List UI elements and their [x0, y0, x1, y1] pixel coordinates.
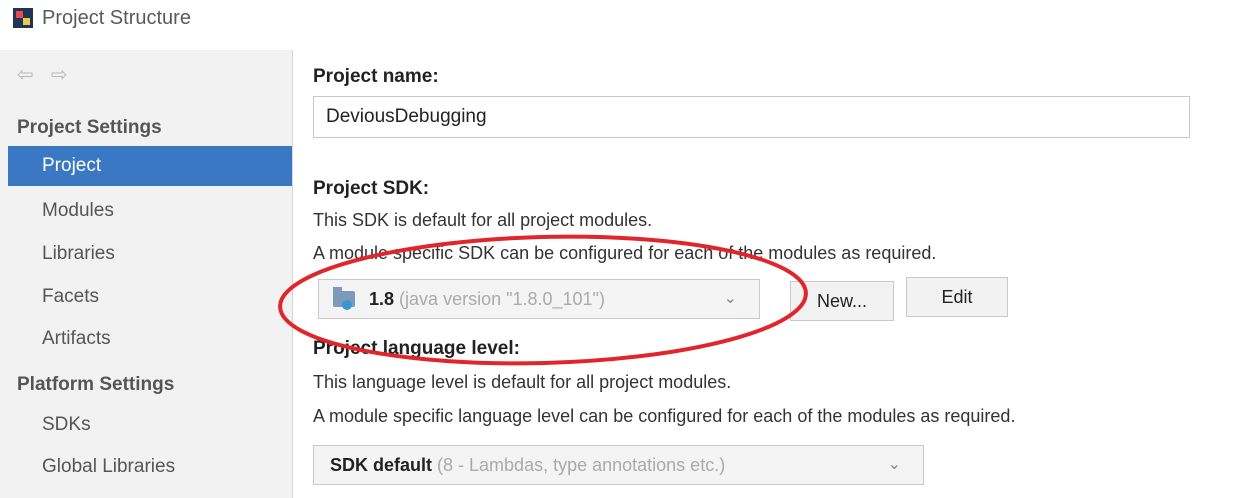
sdk-selected-value: 1.8	[369, 289, 395, 309]
sdk-description-2: A module specific SDK can be configured …	[313, 243, 937, 263]
sidebar-item-artifacts[interactable]: Artifacts	[8, 319, 292, 359]
sidebar-item-sdks[interactable]: SDKs	[8, 405, 292, 445]
project-name-input[interactable]: DeviousDebugging	[313, 96, 1190, 138]
sdk-selected-detail: (java version "1.8.0_101")	[399, 289, 605, 309]
sdk-dropdown[interactable]: 1.8 (java version "1.8.0_101") ⌄	[318, 279, 760, 319]
sidebar-item-facets[interactable]: Facets	[8, 277, 292, 317]
project-name-label: Project name:	[313, 66, 439, 87]
platform-settings-heading: Platform Settings	[17, 374, 175, 395]
sidebar-item-modules[interactable]: Modules	[8, 191, 292, 231]
sidebar-item-global-libraries[interactable]: Global Libraries	[8, 447, 292, 487]
new-sdk-button[interactable]: New...	[790, 281, 894, 321]
forward-arrow-icon[interactable]: ⇨	[51, 62, 68, 87]
sidebar-item-project[interactable]: Project	[8, 146, 292, 186]
app-icon	[13, 8, 33, 28]
language-level-description-2: A module specific language level can be …	[313, 406, 1016, 426]
language-level-detail: (8 - Lambdas, type annotations etc.)	[437, 455, 726, 475]
chevron-down-icon: ⌄	[887, 456, 901, 473]
language-level-description: This language level is default for all p…	[313, 372, 732, 392]
language-level-selected: SDK default	[330, 455, 433, 475]
language-level-label: Project language level:	[313, 338, 520, 359]
sdk-description: This SDK is default for all project modu…	[313, 210, 653, 230]
sdk-folder-icon	[333, 287, 355, 310]
chevron-down-icon: ⌄	[723, 290, 737, 307]
sidebar-divider	[292, 50, 293, 498]
project-sdk-label: Project SDK:	[313, 178, 430, 199]
project-settings-heading: Project Settings	[17, 117, 162, 138]
language-level-dropdown[interactable]: SDK default (8 - Lambdas, type annotatio…	[313, 445, 924, 485]
sidebar-item-libraries[interactable]: Libraries	[8, 234, 292, 274]
back-arrow-icon[interactable]: ⇦	[17, 62, 34, 87]
edit-sdk-button[interactable]: Edit	[906, 277, 1008, 317]
title-bar: Project Structure	[0, 0, 1252, 40]
window-title: Project Structure	[42, 7, 191, 29]
